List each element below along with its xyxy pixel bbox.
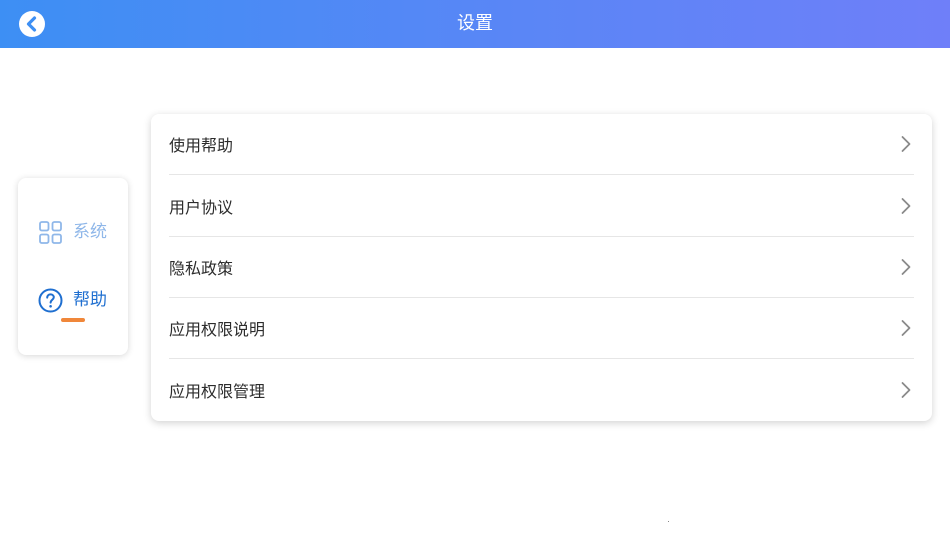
- sidebar-item-label: 帮助: [73, 290, 107, 310]
- question-circle-icon: [38, 288, 63, 313]
- sidebar-item-system[interactable]: 系统: [38, 217, 128, 247]
- chevron-right-icon: [901, 259, 911, 275]
- menu-item-user-agreement[interactable]: 用户协议: [151, 175, 932, 236]
- chevron-right-icon: [901, 197, 911, 214]
- menu-item-label: 用户协议: [169, 197, 234, 217]
- header-bar: 设置: [0, 0, 950, 48]
- chevron-right-icon: [901, 382, 911, 398]
- menu-item-usage-help[interactable]: 使用帮助: [151, 114, 932, 174]
- chevron-right-icon: [901, 320, 911, 336]
- artifact-dot: [668, 521, 669, 522]
- menu-item-privacy-policy[interactable]: 隐私政策: [151, 237, 932, 297]
- menu-item-permission-description[interactable]: 应用权限说明: [151, 298, 932, 358]
- sidebar-item-help[interactable]: 帮助: [38, 285, 128, 315]
- sidebar-card: 系统 帮助: [18, 178, 128, 355]
- menu-item-permission-management[interactable]: 应用权限管理: [151, 359, 932, 421]
- menu-item-label: 应用权限说明: [169, 320, 266, 339]
- page-title: 设置: [457, 13, 493, 34]
- menu-item-label: 应用权限管理: [169, 382, 266, 401]
- menu-item-label: 使用帮助: [169, 136, 234, 155]
- chevron-right-icon: [901, 136, 911, 152]
- active-tab-indicator: [61, 318, 85, 322]
- sidebar-item-label: 系统: [73, 222, 107, 242]
- settings-menu-card: 使用帮助 用户协议 隐私政策 应用权限说明 应用权限管理: [151, 114, 932, 421]
- grid-icon: [39, 221, 62, 244]
- menu-item-label: 隐私政策: [169, 259, 234, 278]
